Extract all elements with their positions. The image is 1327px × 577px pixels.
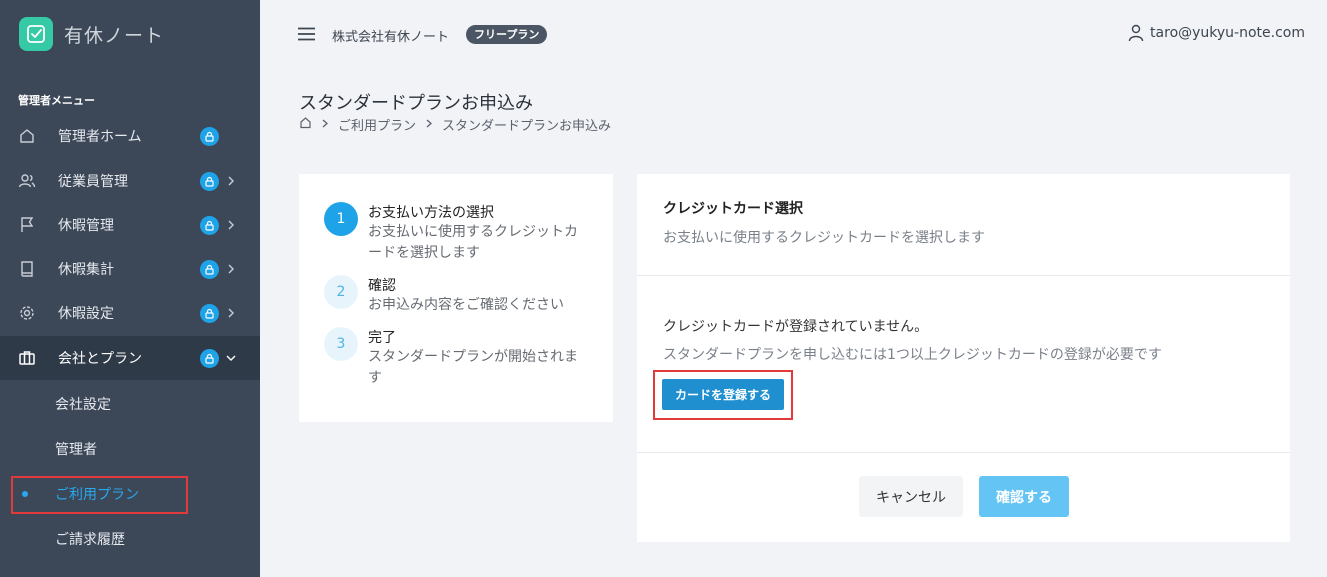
breadcrumb-item-current: スタンダードプランお申込み <box>442 119 612 134</box>
checklist-logo-icon <box>19 17 53 51</box>
sidebar-subitem-label: 管理者 <box>55 442 97 458</box>
top-bar: 株式会社有休ノート フリープラン taro@yukyu-note.com <box>260 0 1327 68</box>
sidebar-item-leave-management[interactable]: 休暇管理 <box>0 203 260 247</box>
lock-icon <box>200 348 219 368</box>
sidebar: 有休ノート 管理者メニュー 管理者ホーム 従業員管理 休暇管理 休暇集計 休暇設… <box>0 0 260 577</box>
app-title: 有休ノート <box>64 24 165 47</box>
step-title: 確認 <box>368 278 396 294</box>
users-icon <box>18 172 36 190</box>
chevron-right-icon <box>226 176 236 186</box>
home-icon <box>18 127 36 145</box>
sidebar-subitem-company-settings[interactable]: 会社設定 <box>0 382 260 426</box>
sidebar-item-label: 管理者ホーム <box>58 129 142 145</box>
user-icon <box>1128 24 1144 42</box>
user-menu[interactable]: taro@yukyu-note.com <box>1128 24 1305 42</box>
menu-header: 管理者メニュー <box>18 94 95 107</box>
company-name: 株式会社有休ノート <box>332 30 450 45</box>
confirm-button[interactable]: 確認する <box>979 476 1069 517</box>
card-title: クレジットカード選択 <box>663 201 803 217</box>
divider <box>637 452 1290 453</box>
card-subtitle: お支払いに使用するクレジットカードを選択します <box>663 230 985 246</box>
lock-icon <box>200 215 219 235</box>
step-number: 1 <box>324 202 358 236</box>
sidebar-subitem-label: ご請求履歴 <box>55 532 125 548</box>
steps-card: 1 お支払い方法の選択 お支払いに使用するクレジットカードを選択します 2 確認… <box>299 174 613 422</box>
sidebar-item-label: 休暇設定 <box>58 306 114 322</box>
sidebar-item-label: 従業員管理 <box>58 174 128 190</box>
no-card-message: クレジットカードが登録されていません。 <box>663 319 929 335</box>
book-icon <box>18 260 36 278</box>
chevron-right-icon <box>226 308 236 318</box>
highlight-frame <box>653 370 793 420</box>
step-number: 3 <box>324 327 358 361</box>
sidebar-item-employees[interactable]: 従業員管理 <box>0 159 260 203</box>
sidebar-item-label: 会社とプラン <box>58 351 142 367</box>
no-card-description: スタンダードプランを申し込むには1つ以上クレジットカードの登録が必要です <box>663 347 1162 363</box>
divider <box>637 275 1290 276</box>
credit-card-selection-card: クレジットカード選択 お支払いに使用するクレジットカードを選択します クレジット… <box>637 174 1290 542</box>
step-title: お支払い方法の選択 <box>368 205 494 221</box>
chevron-right-icon <box>322 117 328 132</box>
lock-icon <box>200 171 219 191</box>
breadcrumb-item[interactable]: ご利用プラン <box>338 115 416 134</box>
chevron-right-icon <box>226 220 236 230</box>
breadcrumb: ご利用プラン スタンダードプランお申込み <box>299 115 611 134</box>
cancel-button[interactable]: キャンセル <box>859 476 963 517</box>
sidebar-item-leave-summary[interactable]: 休暇集計 <box>0 247 260 291</box>
highlight-frame <box>11 476 188 514</box>
sidebar-subitem-billing-history[interactable]: ご請求履歴 <box>0 517 260 561</box>
flag-icon <box>18 216 36 234</box>
briefcase-icon <box>18 349 36 367</box>
sidebar-item-label: 休暇管理 <box>58 218 114 234</box>
sidebar-item-admin-home[interactable]: 管理者ホーム <box>0 114 260 158</box>
chevron-down-icon <box>226 353 236 363</box>
sidebar-subitem-administrators[interactable]: 管理者 <box>0 427 260 471</box>
sidebar-subitem-label: 会社設定 <box>55 397 111 413</box>
lock-icon <box>200 303 219 323</box>
sidebar-item-label: 休暇集計 <box>58 262 114 278</box>
lock-icon <box>200 259 219 279</box>
step-description: スタンダードプランが開始されます <box>368 349 578 386</box>
step-title: 完了 <box>368 330 396 346</box>
plan-badge: フリープラン <box>466 25 548 44</box>
step-description: お申込み内容をご確認ください <box>368 297 564 313</box>
menu-icon[interactable] <box>298 26 315 41</box>
sidebar-item-leave-settings[interactable]: 休暇設定 <box>0 291 260 335</box>
home-icon[interactable] <box>299 116 312 133</box>
step-number: 2 <box>324 275 358 309</box>
step-description: お支払いに使用するクレジットカードを選択します <box>368 224 578 261</box>
lock-icon <box>200 126 219 146</box>
user-email: taro@yukyu-note.com <box>1150 25 1305 41</box>
gear-icon <box>18 304 36 322</box>
sidebar-item-company-and-plan[interactable]: 会社とプラン <box>0 336 260 380</box>
chevron-right-icon <box>226 264 236 274</box>
app-logo[interactable]: 有休ノート <box>19 17 164 51</box>
chevron-right-icon <box>426 117 433 132</box>
page-title: スタンダードプランお申込み <box>299 93 533 114</box>
